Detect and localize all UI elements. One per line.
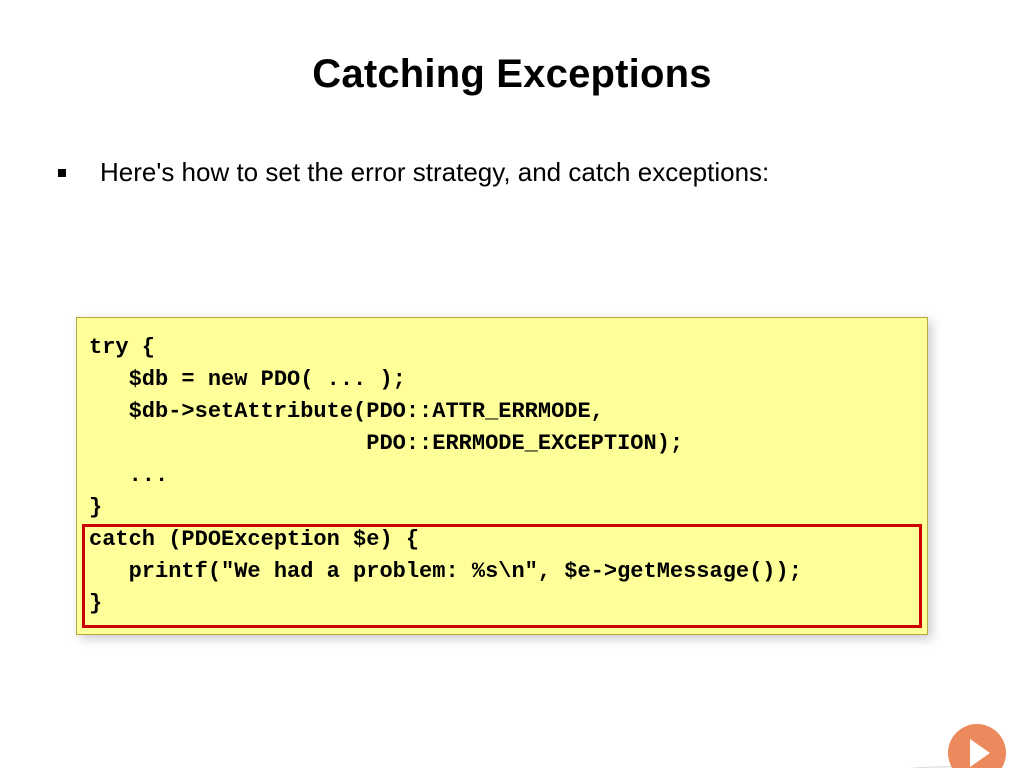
code-content: try { $db = new PDO( ... ); $db->setAttr…: [77, 332, 927, 620]
brand-area: pluralsight: [928, 724, 1006, 768]
bullet-list: Here's how to set the error strategy, an…: [58, 157, 1024, 188]
play-icon: [948, 724, 1006, 768]
code-block: try { $db = new PDO( ... ); $db->setAttr…: [76, 317, 928, 635]
slide-title: Catching Exceptions: [0, 52, 1024, 97]
slide: Catching Exceptions Here's how to set th…: [0, 52, 1024, 768]
bullet-item: Here's how to set the error strategy, an…: [58, 157, 1024, 188]
code-block-wrap: try { $db = new PDO( ... ); $db->setAttr…: [76, 317, 928, 635]
